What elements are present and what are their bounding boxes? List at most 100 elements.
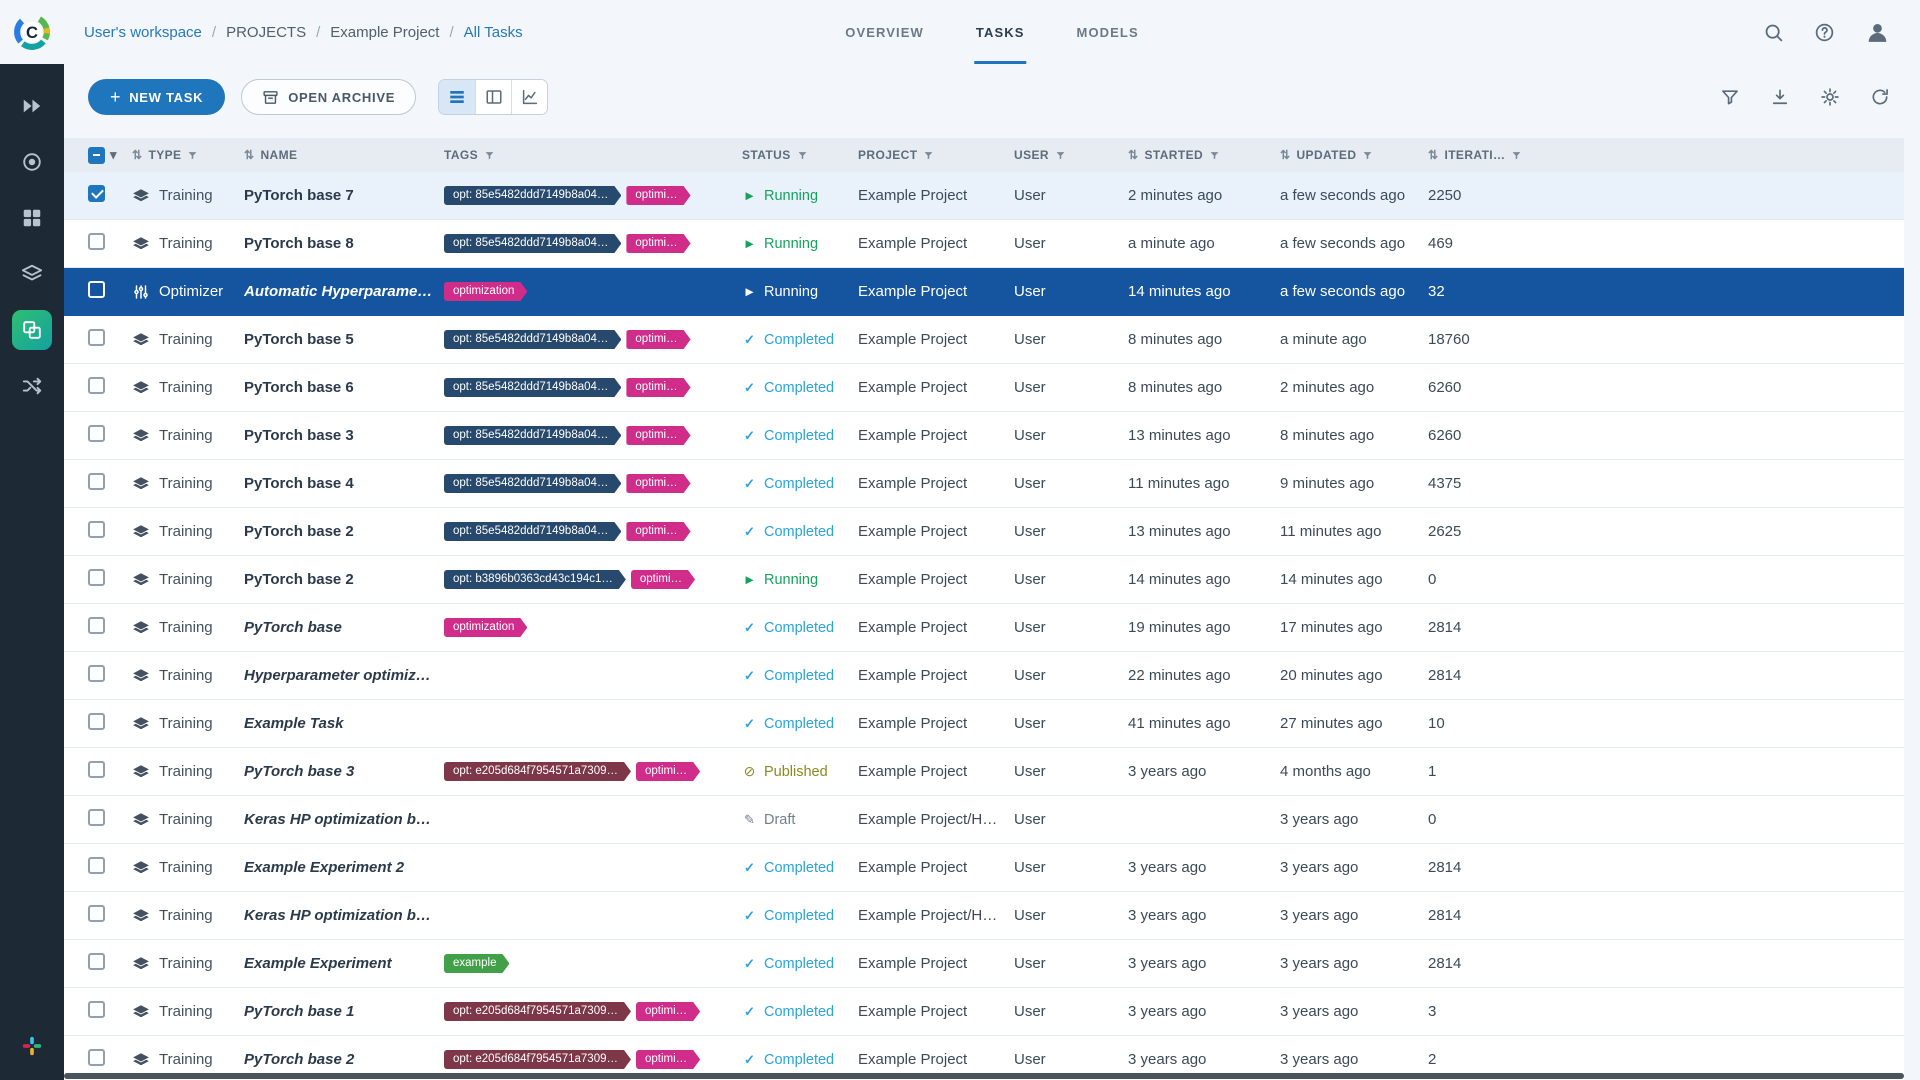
row-checkbox[interactable]	[88, 1001, 105, 1018]
column-header-name[interactable]: ⇅NAME	[244, 148, 444, 162]
tag[interactable]: optimi…	[626, 186, 690, 205]
selection-menu-caret-icon[interactable]	[110, 147, 117, 163]
breadcrumb-workspace[interactable]: User's workspace	[84, 24, 202, 41]
table-row[interactable]: Training PyTorch base 2 opt: b3896b0363c…	[64, 556, 1904, 604]
tag[interactable]: opt: e205d684f7954571a7309…	[444, 1002, 631, 1021]
task-name[interactable]: Example Experiment 2	[244, 859, 444, 876]
compare-chart-view-button[interactable]	[511, 80, 547, 114]
tag[interactable]: optimi…	[626, 234, 690, 253]
tab-overview[interactable]: OVERVIEW	[843, 0, 926, 64]
tag[interactable]: optimi…	[626, 474, 690, 493]
table-row[interactable]: Training PyTorch base 4 opt: 85e5482ddd7…	[64, 460, 1904, 508]
breadcrumb-projects[interactable]: PROJECTS	[226, 24, 306, 41]
table-row[interactable]: Training Keras HP optimization base ✎Dra…	[64, 796, 1904, 844]
slack-icon[interactable]	[21, 1035, 43, 1062]
sort-icon[interactable]: ⇅	[1428, 148, 1438, 162]
tag[interactable]: optimi…	[631, 570, 695, 589]
task-name[interactable]: PyTorch base 6	[244, 379, 444, 396]
sidebar-item-pipelines[interactable]	[12, 254, 52, 294]
tag[interactable]: opt: b3896b0363cd43c194c1…	[444, 570, 626, 589]
tag[interactable]: opt: 85e5482ddd7149b8a04…	[444, 426, 621, 445]
column-header-project[interactable]: PROJECT	[858, 148, 1014, 162]
row-checkbox[interactable]	[88, 761, 105, 778]
row-checkbox[interactable]	[88, 617, 105, 634]
column-header-type[interactable]: ⇅TYPE	[132, 148, 244, 162]
row-checkbox[interactable]	[88, 233, 105, 250]
breadcrumb-example-project[interactable]: Example Project	[330, 24, 439, 41]
row-checkbox[interactable]	[88, 665, 105, 682]
row-checkbox[interactable]	[88, 185, 105, 202]
task-name[interactable]: Hyperparameter optimizati…	[244, 667, 444, 684]
horizontal-scrollbar[interactable]	[64, 1073, 1904, 1079]
column-filter-icon[interactable]	[1362, 150, 1373, 161]
download-icon[interactable]	[1770, 87, 1790, 107]
tag[interactable]: opt: 85e5482ddd7149b8a04…	[444, 330, 621, 349]
column-header-tags[interactable]: TAGS	[444, 148, 742, 162]
row-checkbox[interactable]	[88, 425, 105, 442]
tag[interactable]: optimi…	[626, 330, 690, 349]
task-name[interactable]: PyTorch base 8	[244, 235, 444, 252]
column-header-started[interactable]: ⇅STARTED	[1128, 148, 1280, 162]
tag[interactable]: optimi…	[626, 426, 690, 445]
table-row[interactable]: Training Keras HP optimization base ✓Com…	[64, 892, 1904, 940]
row-checkbox[interactable]	[88, 473, 105, 490]
auto-refresh-icon[interactable]	[1870, 87, 1890, 107]
avatar[interactable]	[1865, 20, 1890, 45]
task-name[interactable]: PyTorch base 4	[244, 475, 444, 492]
tag[interactable]: optimi…	[636, 1050, 700, 1069]
settings-gear-icon[interactable]	[1820, 87, 1840, 107]
tag[interactable]: opt: 85e5482ddd7149b8a04…	[444, 234, 621, 253]
column-filter-icon[interactable]	[1209, 150, 1220, 161]
tag[interactable]: opt: 85e5482ddd7149b8a04…	[444, 186, 621, 205]
table-row[interactable]: Training PyTorch base 7 opt: 85e5482ddd7…	[64, 172, 1904, 220]
tab-tasks[interactable]: TASKS	[974, 0, 1027, 64]
table-row[interactable]: Training Example Task ✓Completed Example…	[64, 700, 1904, 748]
task-name[interactable]: PyTorch base 3	[244, 427, 444, 444]
table-view-button[interactable]	[439, 80, 475, 114]
tag[interactable]: optimization	[444, 618, 527, 637]
row-checkbox[interactable]	[88, 377, 105, 394]
row-checkbox[interactable]	[88, 953, 105, 970]
tag[interactable]: example	[444, 954, 509, 973]
tag[interactable]: optimi…	[636, 1002, 700, 1021]
task-name[interactable]: PyTorch base 2	[244, 1051, 444, 1068]
task-name[interactable]: PyTorch base 1	[244, 1003, 444, 1020]
filter-reset-icon[interactable]	[1720, 87, 1740, 107]
tag[interactable]: opt: 85e5482ddd7149b8a04…	[444, 522, 621, 541]
tag[interactable]: opt: e205d684f7954571a7309…	[444, 762, 631, 781]
table-row[interactable]: Training Example Experiment example ✓Com…	[64, 940, 1904, 988]
sidebar-item-workers-queues[interactable]	[12, 366, 52, 406]
table-row[interactable]: Training PyTorch base 5 opt: 85e5482ddd7…	[64, 316, 1904, 364]
select-all-checkbox[interactable]	[88, 147, 105, 164]
task-name[interactable]: Example Task	[244, 715, 444, 732]
table-row[interactable]: Optimizer Automatic Hyperparamete… optim…	[64, 268, 1904, 316]
task-name[interactable]: PyTorch base 2	[244, 523, 444, 540]
column-filter-icon[interactable]	[1511, 150, 1522, 161]
table-row[interactable]: Training PyTorch base 8 opt: 85e5482ddd7…	[64, 220, 1904, 268]
tag[interactable]: optimi…	[626, 378, 690, 397]
row-checkbox[interactable]	[88, 329, 105, 346]
row-checkbox[interactable]	[88, 905, 105, 922]
split-view-button[interactable]	[475, 80, 511, 114]
table-row[interactable]: Training PyTorch base optimization ✓Comp…	[64, 604, 1904, 652]
column-filter-icon[interactable]	[923, 150, 934, 161]
table-row[interactable]: Training PyTorch base 3 opt: 85e5482ddd7…	[64, 412, 1904, 460]
task-name[interactable]: Keras HP optimization base	[244, 907, 444, 924]
open-archive-button[interactable]: OPEN ARCHIVE	[241, 79, 416, 115]
row-checkbox[interactable]	[88, 809, 105, 826]
tag[interactable]: opt: e205d684f7954571a7309…	[444, 1050, 631, 1069]
clearml-logo[interactable]: C	[0, 0, 64, 64]
column-filter-icon[interactable]	[1055, 150, 1066, 161]
row-checkbox[interactable]	[88, 281, 105, 298]
sort-icon[interactable]: ⇅	[1280, 148, 1290, 162]
search-icon[interactable]	[1763, 22, 1784, 43]
task-name[interactable]: Example Experiment	[244, 955, 444, 972]
row-checkbox[interactable]	[88, 521, 105, 538]
task-name[interactable]: PyTorch base	[244, 619, 444, 636]
table-row[interactable]: Training PyTorch base 2 opt: 85e5482ddd7…	[64, 508, 1904, 556]
breadcrumb-all-tasks[interactable]: All Tasks	[464, 24, 523, 41]
row-checkbox[interactable]	[88, 857, 105, 874]
table-row[interactable]: Training Hyperparameter optimizati… ✓Com…	[64, 652, 1904, 700]
sidebar-item-projects[interactable]	[12, 310, 52, 350]
tag[interactable]: optimi…	[636, 762, 700, 781]
